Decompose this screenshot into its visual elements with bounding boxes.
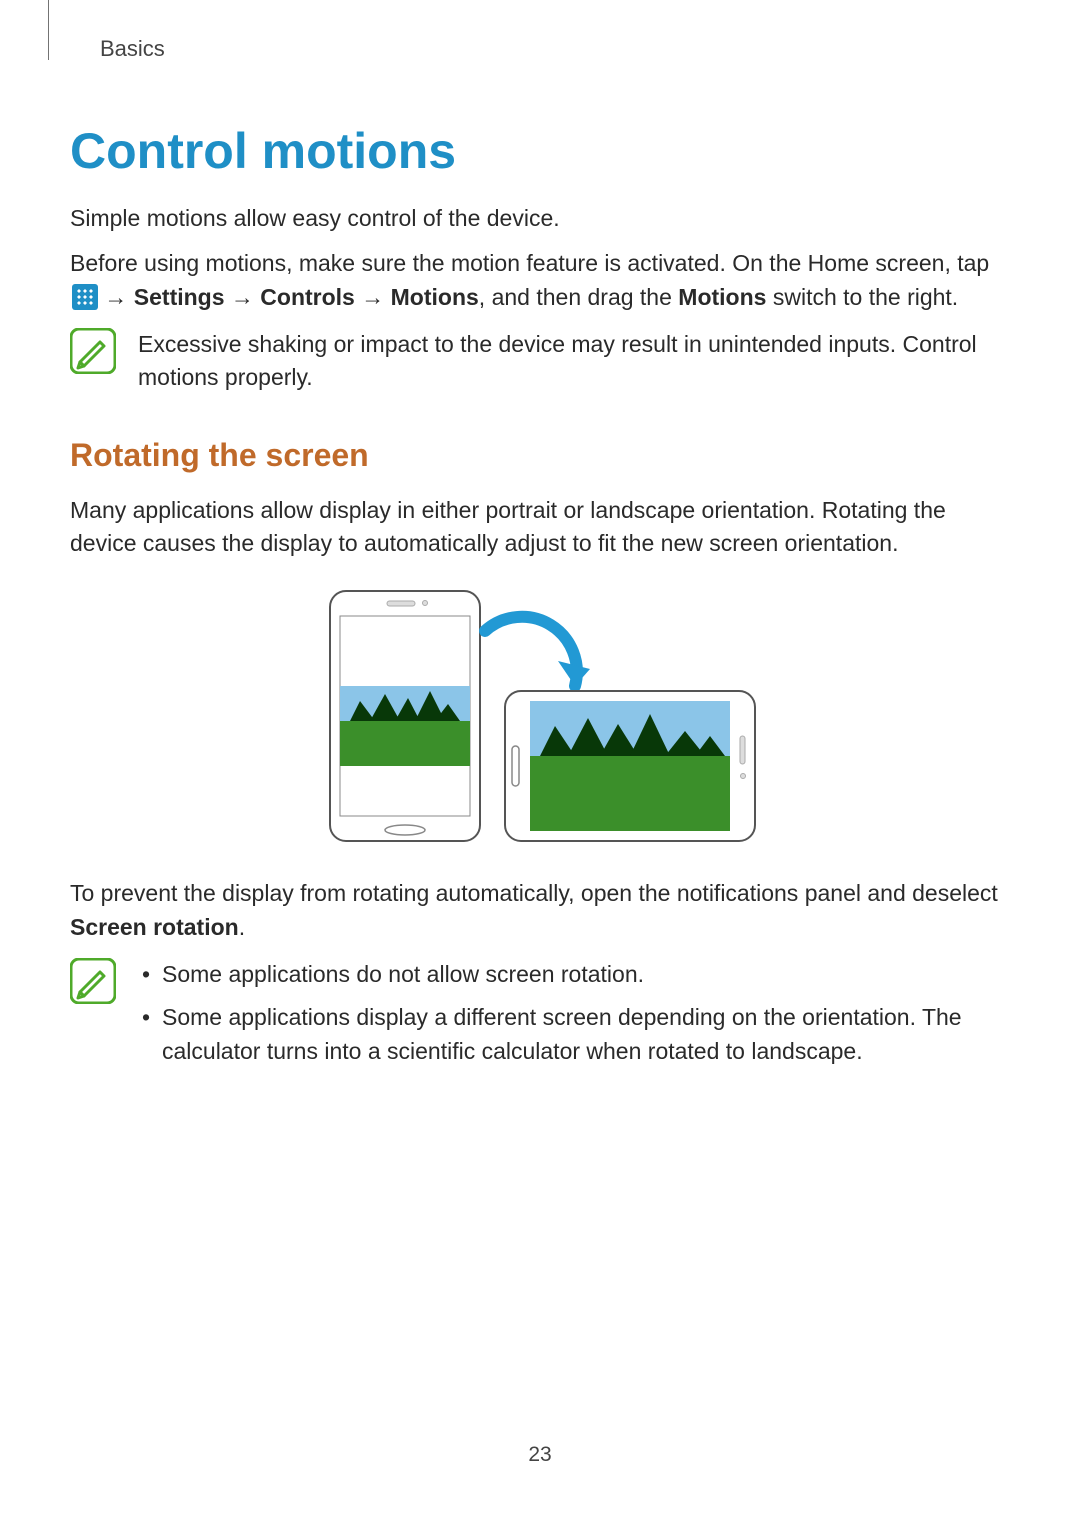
page-content: Basics Control motions Simple motions al… bbox=[0, 0, 1080, 1078]
rotation-paragraph-2: To prevent the display from rotating aut… bbox=[70, 877, 1010, 944]
note-list-2: Some applications do not allow screen ro… bbox=[138, 958, 1010, 1078]
apps-grid-icon bbox=[72, 284, 98, 310]
text-span: Settings bbox=[134, 284, 225, 310]
margin-marker bbox=[48, 0, 49, 60]
text-span: . bbox=[239, 914, 245, 940]
text-span: Screen rotation bbox=[70, 914, 239, 940]
page-title: Control motions bbox=[70, 122, 1010, 180]
note-list-item: Some applications do not allow screen ro… bbox=[138, 958, 1010, 991]
rotation-figure bbox=[70, 586, 1010, 851]
rotation-paragraph-1: Many applications allow display in eithe… bbox=[70, 494, 1010, 561]
intro-paragraph-1: Simple motions allow easy control of the… bbox=[70, 202, 1010, 235]
text-span: Before using motions, make sure the moti… bbox=[70, 250, 989, 276]
page-number: 23 bbox=[0, 1443, 1080, 1467]
text-span: Motions bbox=[678, 284, 766, 310]
note-pencil-icon bbox=[70, 958, 116, 1004]
text-span: Motions bbox=[391, 284, 479, 310]
text-span: To prevent the display from rotating aut… bbox=[70, 880, 998, 906]
text-span: , and then drag the bbox=[479, 284, 679, 310]
text-span: Controls bbox=[260, 284, 355, 310]
text-span: → bbox=[355, 284, 391, 310]
note-block-1: Excessive shaking or impact to the devic… bbox=[70, 328, 1010, 395]
text-span: → bbox=[98, 284, 134, 310]
text-span: → bbox=[225, 284, 261, 310]
chapter-label: Basics bbox=[70, 36, 1010, 62]
note-text-1: Excessive shaking or impact to the devic… bbox=[138, 328, 1010, 395]
text-span: switch to the right. bbox=[766, 284, 958, 310]
note-pencil-icon bbox=[70, 328, 116, 374]
intro-paragraph-2: Before using motions, make sure the moti… bbox=[70, 247, 1010, 314]
note-list-item: Some applications display a different sc… bbox=[138, 1001, 1010, 1068]
subheading-rotating: Rotating the screen bbox=[70, 437, 1010, 474]
note-block-2: Some applications do not allow screen ro… bbox=[70, 958, 1010, 1078]
